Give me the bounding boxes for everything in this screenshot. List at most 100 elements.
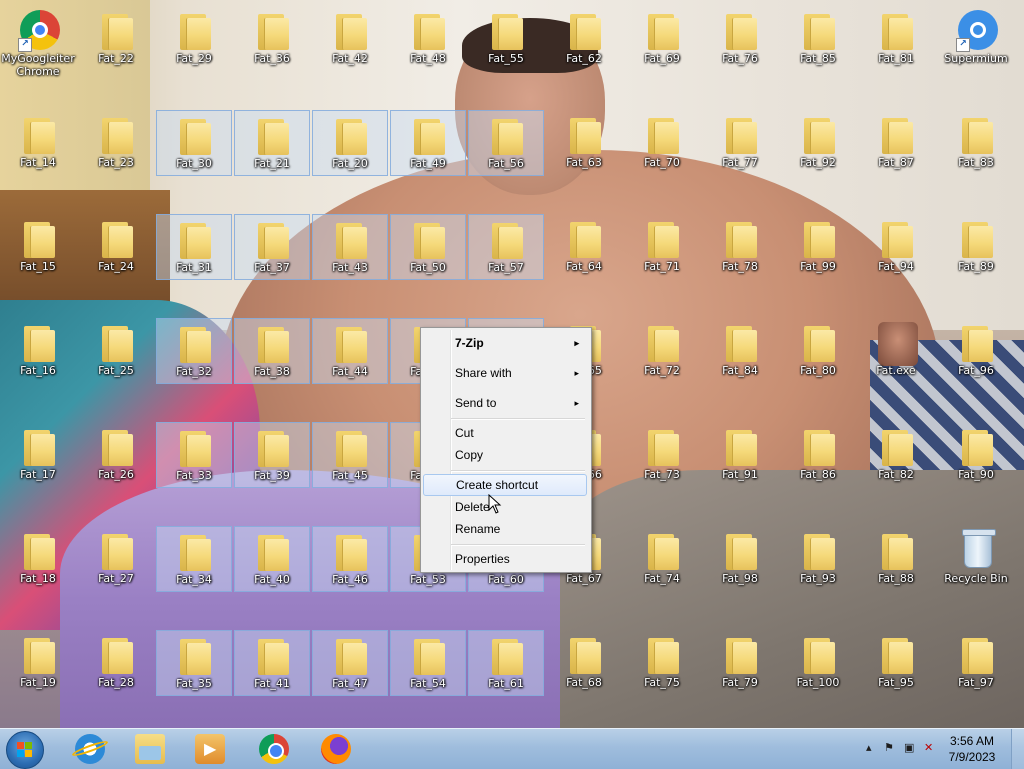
desktop-icon-fat-43[interactable]: Fat_43 [312, 214, 388, 280]
desktop-icon-fat-82[interactable]: Fat_82 [858, 422, 934, 488]
start-button[interactable] [6, 731, 44, 769]
desktop-icon-fat-57[interactable]: Fat_57 [468, 214, 544, 280]
menu-item-delete[interactable]: Delete [423, 496, 587, 518]
desktop-icon-fat-79[interactable]: Fat_79 [702, 630, 778, 696]
desktop-icon-fat-94[interactable]: Fat_94 [858, 214, 934, 280]
menu-item-cut[interactable]: Cut [423, 422, 587, 444]
desktop-icon-fat-87[interactable]: Fat_87 [858, 110, 934, 176]
show-desktop-button[interactable] [1011, 729, 1024, 769]
desktop-icon-fat-64[interactable]: Fat_64 [546, 214, 622, 280]
desktop-icon-fat-73[interactable]: Fat_73 [624, 422, 700, 488]
desktop-icon-fat-26[interactable]: Fat_26 [78, 422, 154, 488]
desktop-icon-fat-95[interactable]: Fat_95 [858, 630, 934, 696]
desktop-icon-fat-33[interactable]: Fat_33 [156, 422, 232, 488]
desktop-icon-fat-85[interactable]: Fat_85 [780, 6, 856, 72]
desktop-icon-fat-97[interactable]: Fat_97 [938, 630, 1014, 696]
desktop-icon-fat-30[interactable]: Fat_30 [156, 110, 232, 176]
desktop-icon-fat-27[interactable]: Fat_27 [78, 526, 154, 592]
desktop-icon-fat-63[interactable]: Fat_63 [546, 110, 622, 176]
desktop-icon-fat-24[interactable]: Fat_24 [78, 214, 154, 280]
desktop-icon-fat-68[interactable]: Fat_68 [546, 630, 622, 696]
menu-item-share-with[interactable]: Share with ▸ [423, 362, 587, 384]
desktop-icon-fat-45[interactable]: Fat_45 [312, 422, 388, 488]
action-center-flag-icon[interactable]: ⚑ [884, 741, 894, 754]
desktop-icon-fat-100[interactable]: Fat_100 [780, 630, 856, 696]
desktop-icon-fat-25[interactable]: Fat_25 [78, 318, 154, 384]
desktop-icon-recycle-bin[interactable]: Recycle Bin [938, 526, 1014, 592]
clock[interactable]: 3:56 AM 7/9/2023 [940, 733, 1004, 765]
desktop-icon-fat-35[interactable]: Fat_35 [156, 630, 232, 696]
desktop-icon-fat-70[interactable]: Fat_70 [624, 110, 700, 176]
desktop-icon-fat-89[interactable]: Fat_89 [938, 214, 1014, 280]
desktop-icon-fat-93[interactable]: Fat_93 [780, 526, 856, 592]
desktop-icon-fat-38[interactable]: Fat_38 [234, 318, 310, 384]
desktop-icon-fat-69[interactable]: Fat_69 [624, 6, 700, 72]
desktop-icon-fat-21[interactable]: Fat_21 [234, 110, 310, 176]
desktop-icon-fat-48[interactable]: Fat_48 [390, 6, 466, 72]
desktop-icon-fat-81[interactable]: Fat_81 [858, 6, 934, 72]
desktop-icon-fat-39[interactable]: Fat_39 [234, 422, 310, 488]
desktop-icon-fat-31[interactable]: Fat_31 [156, 214, 232, 280]
desktop-icon-supermium[interactable]: ↗ Supermium [938, 6, 1014, 72]
menu-item-copy[interactable]: Copy [423, 444, 587, 466]
desktop-icon-fat-88[interactable]: Fat_88 [858, 526, 934, 592]
desktop-icon-fat-42[interactable]: Fat_42 [312, 6, 388, 72]
desktop-icon-fat-56[interactable]: Fat_56 [468, 110, 544, 176]
desktop-icon-fat-76[interactable]: Fat_76 [702, 6, 778, 72]
desktop-icon-fat-99[interactable]: Fat_99 [780, 214, 856, 280]
desktop-icon-fat-62[interactable]: Fat_62 [546, 6, 622, 72]
desktop-icon-fat-50[interactable]: Fat_50 [390, 214, 466, 280]
desktop-icon-fat-40[interactable]: Fat_40 [234, 526, 310, 592]
desktop-icon-fat-18[interactable]: Fat_18 [0, 526, 76, 592]
desktop-icon-fat-23[interactable]: Fat_23 [78, 110, 154, 176]
menu-item-7zip[interactable]: 7-Zip ▸ [423, 332, 587, 354]
desktop-icon-fat-19[interactable]: Fat_19 [0, 630, 76, 696]
desktop-icon-fat-84[interactable]: Fat_84 [702, 318, 778, 384]
menu-item-properties[interactable]: Properties [423, 548, 587, 570]
desktop-icon-fat-98[interactable]: Fat_98 [702, 526, 778, 592]
desktop-icon-fat-41[interactable]: Fat_41 [234, 630, 310, 696]
desktop-icon-fat-34[interactable]: Fat_34 [156, 526, 232, 592]
desktop-icon-fat-75[interactable]: Fat_75 [624, 630, 700, 696]
desktop-icon-fat-86[interactable]: Fat_86 [780, 422, 856, 488]
desktop-icon-fat-83[interactable]: Fat_83 [938, 110, 1014, 176]
menu-item-rename[interactable]: Rename [423, 518, 587, 540]
desktop-icon-fat-78[interactable]: Fat_78 [702, 214, 778, 280]
desktop-icon-fat-96[interactable]: Fat_96 [938, 318, 1014, 384]
desktop-icon-fat-14[interactable]: Fat_14 [0, 110, 76, 176]
desktop-icon-fat-28[interactable]: Fat_28 [78, 630, 154, 696]
desktop-icon-fat-46[interactable]: Fat_46 [312, 526, 388, 592]
desktop-icon-fat-72[interactable]: Fat_72 [624, 318, 700, 384]
desktop-icon-fat-74[interactable]: Fat_74 [624, 526, 700, 592]
taskbar-firefox[interactable] [310, 731, 362, 767]
network-icon[interactable]: ▣ [904, 741, 914, 754]
desktop-icon-fat-55[interactable]: Fat_55 [468, 6, 544, 72]
desktop-icon-fat-36[interactable]: Fat_36 [234, 6, 310, 72]
taskbar-media-player[interactable] [184, 731, 236, 767]
desktop-icon-fat-exe[interactable]: Fat.exe [858, 318, 934, 384]
taskbar-internet-explorer[interactable] [64, 731, 116, 767]
menu-item-create-shortcut[interactable]: Create shortcut [423, 474, 587, 496]
desktop-icon-fat-61[interactable]: Fat_61 [468, 630, 544, 696]
volume-muted-icon[interactable]: ✕ [924, 741, 933, 754]
desktop-icon-fat-15[interactable]: Fat_15 [0, 214, 76, 280]
desktop-icon-fat-92[interactable]: Fat_92 [780, 110, 856, 176]
desktop-icon-fat-77[interactable]: Fat_77 [702, 110, 778, 176]
desktop-icon-fat-54[interactable]: Fat_54 [390, 630, 466, 696]
desktop-icon-fat-20[interactable]: Fat_20 [312, 110, 388, 176]
taskbar-file-explorer[interactable] [124, 731, 176, 767]
desktop-icon-fat-32[interactable]: Fat_32 [156, 318, 232, 384]
desktop-icon-fat-47[interactable]: Fat_47 [312, 630, 388, 696]
desktop-icon-fat-17[interactable]: Fat_17 [0, 422, 76, 488]
desktop-icon-mygoogleiter-chrome[interactable]: ↗ MyGoogleiter Chrome [0, 6, 76, 78]
desktop-icon-fat-29[interactable]: Fat_29 [156, 6, 232, 72]
desktop-icon-fat-49[interactable]: Fat_49 [390, 110, 466, 176]
desktop-icon-fat-16[interactable]: Fat_16 [0, 318, 76, 384]
desktop-icon-fat-37[interactable]: Fat_37 [234, 214, 310, 280]
desktop-icon-fat-80[interactable]: Fat_80 [780, 318, 856, 384]
desktop-icon-fat-22[interactable]: Fat_22 [78, 6, 154, 72]
desktop-icon-fat-90[interactable]: Fat_90 [938, 422, 1014, 488]
show-hidden-icons-icon[interactable]: ▴ [866, 741, 872, 754]
desktop-icon-fat-71[interactable]: Fat_71 [624, 214, 700, 280]
desktop-icon-fat-91[interactable]: Fat_91 [702, 422, 778, 488]
